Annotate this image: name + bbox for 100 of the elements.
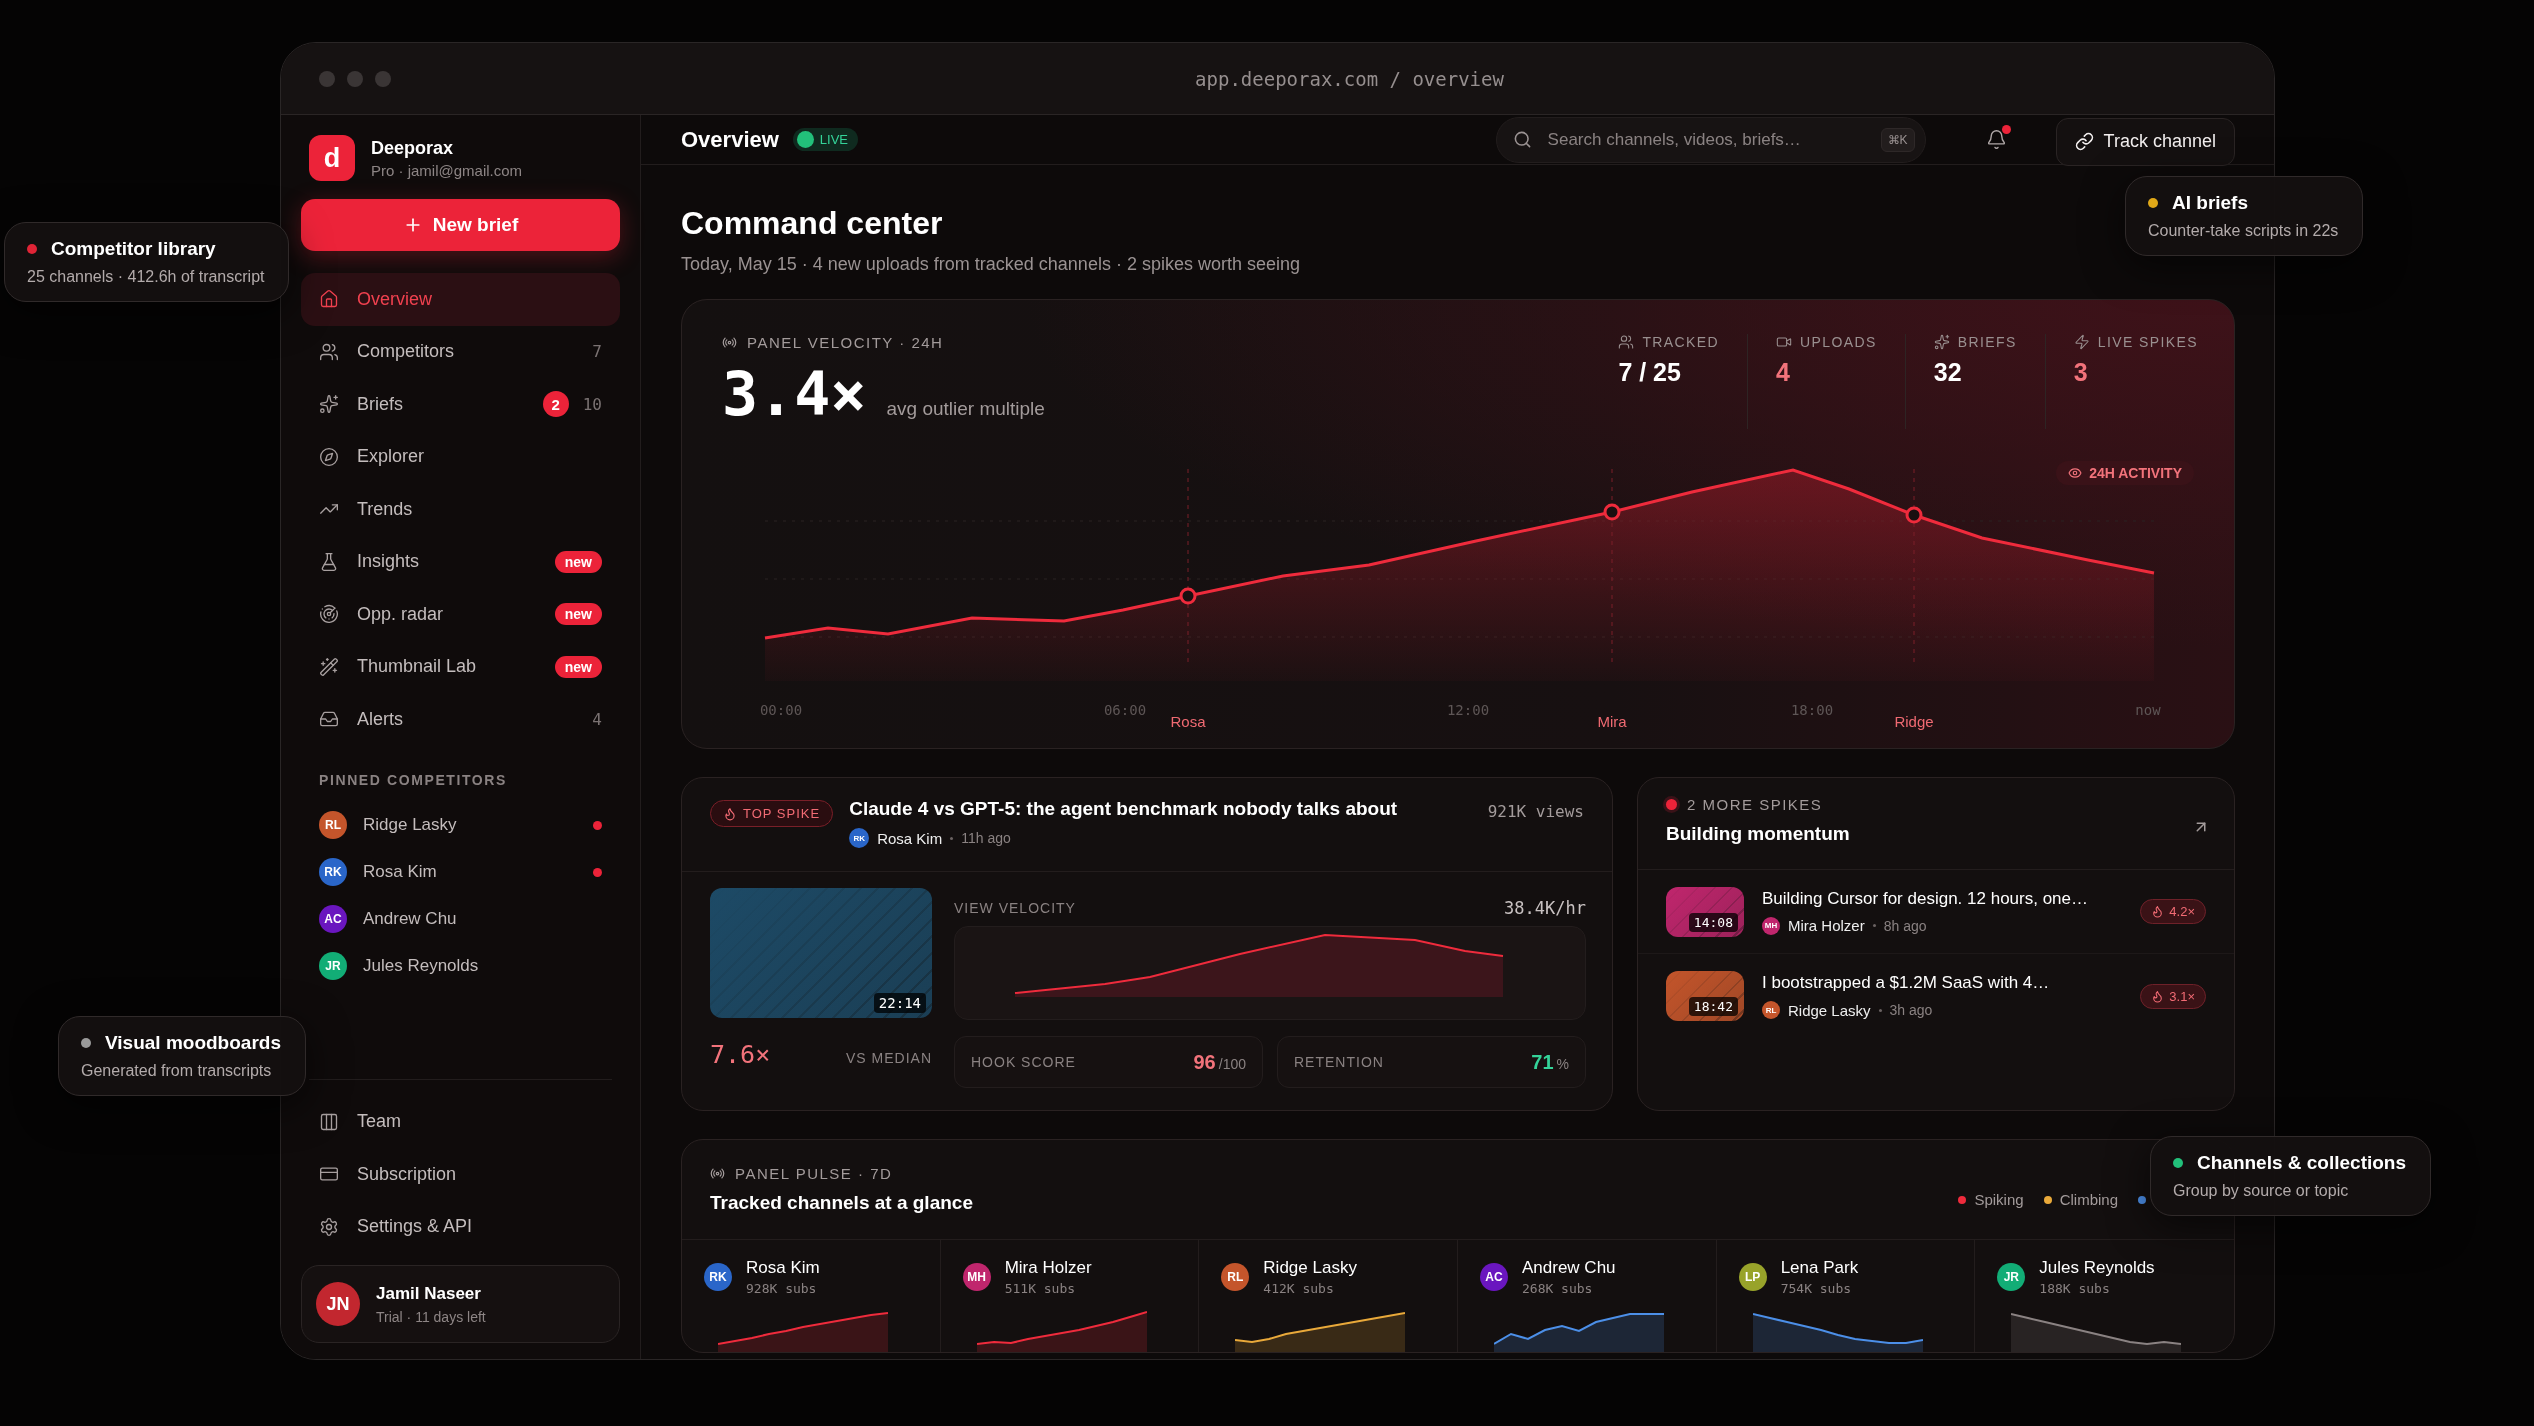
nav-label: Settings & API [357,1216,473,1238]
channel-tile[interactable]: LP Lena Park 754K subs [1716,1240,1976,1352]
spike-row[interactable]: 14:08 Building Cursor for design. 12 hours, one… MH Mira Holzer 8h ago 4.2× [1638,870,2234,954]
address-text: app.deeporax.com / overview [1194,67,1505,90]
nav-label: Explorer [357,446,425,468]
flame-icon [2151,905,2165,918]
users-icon [1618,334,1635,350]
flame-icon [723,806,737,821]
avatar: LP [1738,1263,1767,1291]
avatar: AC [1480,1263,1508,1291]
pinned-competitor[interactable]: AC Andrew Chu [301,895,620,943]
avatar: RL [319,811,347,839]
video-duration: 18:42 [1688,997,1738,1016]
card-title: Tracked channels at a glance [710,1192,973,1214]
subscriber-count: 268K subs [1522,1281,1594,1296]
page-title: Command center [681,205,943,242]
user-avatar: JN [316,1282,360,1326]
stat-label: LIVE SPIKES [2097,334,2198,350]
search-input[interactable]: Search channels, videos, briefs… [1545,128,1867,151]
window-control[interactable] [347,70,363,87]
nav-item[interactable]: Opp. radar new [301,588,620,641]
axis-label: 12:00 [1446,702,1490,718]
brand-name: Deeporax [371,137,455,159]
callout-title: Channels & collections [2197,1152,2407,1174]
velocity-label: VIEW VELOCITY [954,900,1076,916]
separator-dot [950,836,954,840]
pinned-competitor[interactable]: RK Rosa Kim [301,848,620,896]
nav-label: Thumbnail Lab [357,656,477,678]
avatar: RK [849,828,870,848]
metric-unit: /100 [1218,1055,1246,1072]
nav-label: Alerts [357,708,403,730]
competitor-name: Jules Reynolds [363,956,479,976]
search-field[interactable]: Search channels, videos, briefs… ⌘K [1495,116,1926,163]
nav-item[interactable]: Briefs 2 10 [301,378,620,431]
user-name: Jamil Naseer [376,1283,482,1304]
users-icon [319,341,339,362]
multiple-caption: VS MEDIAN [846,1050,932,1066]
author-name: Ridge Lasky [1788,1001,1871,1019]
nav-item[interactable]: Competitors 7 [301,325,620,378]
callout-text: Counter-take scripts in 22s [2148,222,2339,240]
subscriber-count: 511K subs [1004,1281,1077,1296]
card-title: Building momentum [1666,823,1850,845]
settings-icon [319,1216,339,1237]
multiple-badge: 3.1× [2140,983,2206,1009]
nav-item[interactable]: Settings & API [301,1200,620,1253]
channel-tile[interactable]: RK Rosa Kim 928K subs [682,1240,941,1352]
channel-name: Ridge Lasky [1263,1258,1357,1278]
multiple-value: 7.6× [710,1040,771,1069]
velocity-caption: avg outlier multiple [886,398,1045,420]
card-label: PANEL PULSE · 7D [735,1165,893,1182]
pinned-competitor[interactable]: JR Jules Reynolds [301,942,620,990]
callout-text: 25 channels · 412.6h of transcript [27,268,265,286]
nav-item[interactable]: Team [301,1095,620,1148]
window-control[interactable] [319,70,335,87]
track-channel-button[interactable]: Track channel [2055,117,2235,166]
channel-tile[interactable]: RL Ridge Lasky 412K subs [1199,1240,1458,1352]
channel-name: Andrew Chu [1522,1258,1616,1278]
nav-item[interactable]: Alerts 4 [301,693,620,746]
upload-age: 11h ago [961,830,1011,846]
stat-value: 7 / 25 [1618,358,1682,387]
subscriber-count: 754K subs [1780,1281,1853,1296]
spike-row[interactable]: 18:42 I bootstrapped a $1.2M SaaS with 4… RL Ridge Lasky 3h ago 3.1× [1638,954,2234,1038]
nav-label: Trends [357,498,413,520]
nav-item[interactable]: Overview [301,273,620,326]
top-spike-badge: TOP SPIKE [710,800,834,827]
new-brief-button[interactable]: New brief [301,199,620,251]
stat-label: TRACKED [1642,334,1720,350]
channel-name: Rosa Kim [746,1258,820,1278]
nav-item[interactable]: Insights new [301,535,620,588]
columns-icon [319,1111,339,1132]
metric-value: 96 [1193,1050,1216,1073]
user-status: Trial · 11 days left [376,1308,486,1325]
new-tag: new [554,655,602,678]
avatar: RK [319,858,347,886]
video-title: Building Cursor for design. 12 hours, one… [1762,888,2088,909]
stat-value: 32 [1933,358,1963,387]
nav-item[interactable]: Subscription [301,1148,620,1201]
bell-icon [1986,129,2008,150]
callout-text: Generated from transcripts [81,1062,273,1080]
axis-label: now [2135,702,2161,718]
item-count: 7 [592,342,602,362]
subscriber-count: 188K subs [2039,1281,2111,1296]
channel-name: Mira Holzer [1004,1258,1092,1278]
channel-tile[interactable]: AC Andrew Chu 268K subs [1458,1240,1717,1352]
channel-tile[interactable]: JR Jules Reynolds 188K subs [1975,1240,2234,1352]
pinned-competitor[interactable]: RL Ridge Lasky [301,801,620,849]
marker-point [1179,587,1197,605]
avatar: RK [704,1263,732,1291]
nav-item[interactable]: Trends [301,483,620,536]
window-control[interactable] [375,70,391,87]
bolt-icon [2073,334,2090,350]
callout-text: Group by source or topic [2173,1182,2350,1200]
callout-title: Competitor library [51,238,216,260]
nav-item[interactable]: Explorer [301,430,620,483]
user-card[interactable]: JN Jamil Naseer Trial · 11 days left [301,1265,620,1343]
separator-dot [1878,1008,1882,1012]
channel-tile[interactable]: MH Mira Holzer 511K subs [940,1240,1200,1352]
competitor-name: Andrew Chu [363,909,457,929]
nav-item[interactable]: Thumbnail Lab new [301,640,620,693]
new-tag: new [554,603,602,626]
